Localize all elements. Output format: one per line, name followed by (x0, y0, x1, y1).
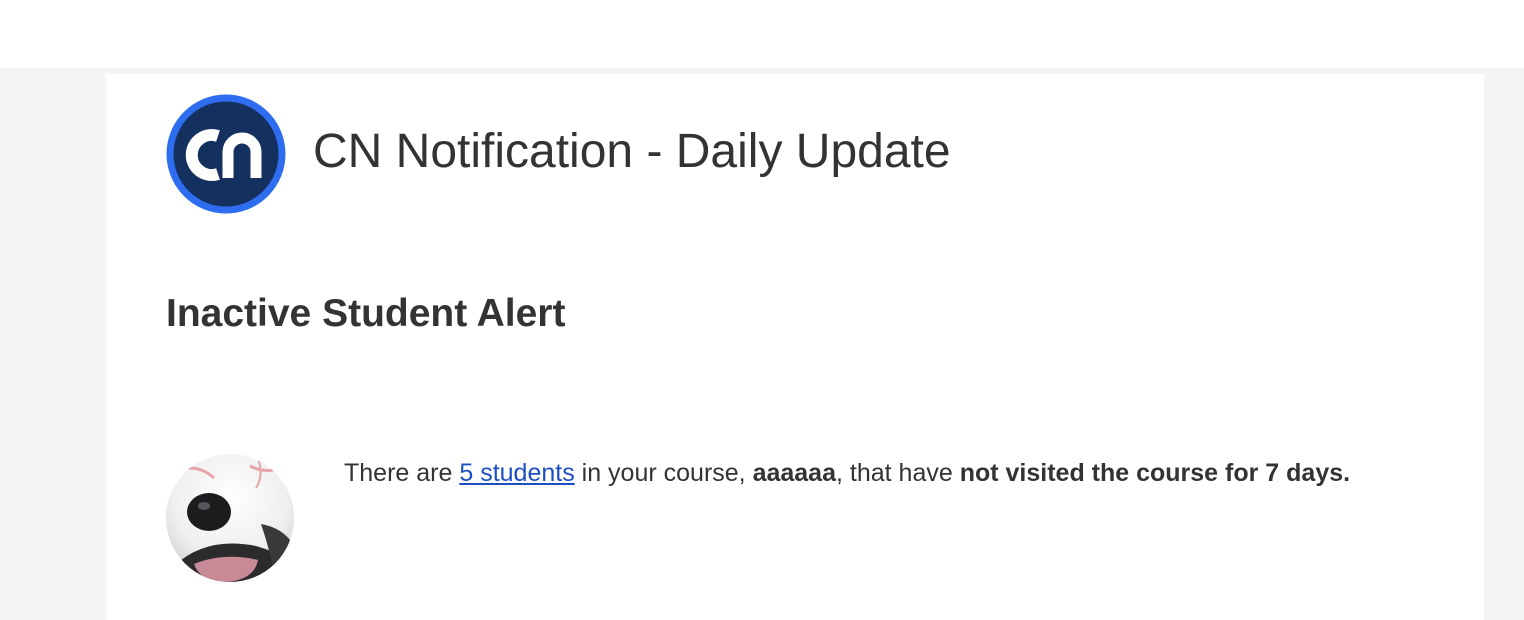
message-middle: in your course, (574, 459, 753, 487)
email-title: CN Notification - Daily Update (313, 125, 951, 178)
inactivity-emphasis: not visited the course for 7 days. (959, 459, 1351, 487)
alert-message: There are 5 students in your course, aaa… (344, 456, 1350, 490)
course-name: aaaaaa (752, 459, 836, 487)
students-link[interactable]: 5 students (459, 459, 574, 487)
message-suffix: , that have (836, 459, 960, 487)
cn-logo-icon (166, 94, 286, 214)
email-top-bar (0, 0, 1524, 68)
alert-heading: Inactive Student Alert (166, 292, 566, 335)
email-card: CN Notification - Daily Update Inactive … (106, 74, 1484, 620)
dog-avatar-icon (166, 454, 294, 582)
message-prefix: There are (344, 459, 460, 487)
